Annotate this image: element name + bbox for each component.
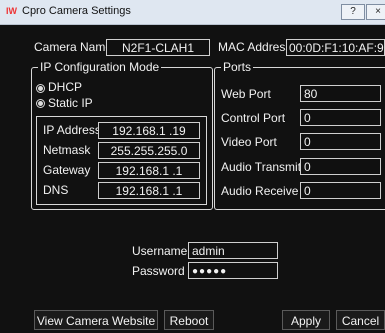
title-bar: IW Cpro Camera Settings ? × — [0, 0, 385, 25]
mac-address-field: 00:0D:F1:10:AF:9C — [286, 39, 385, 56]
gateway-field[interactable]: 192.168.1 .1 — [98, 162, 200, 179]
static-ip-radio[interactable] — [36, 99, 45, 108]
audio-receive-label: Audio Receive — [221, 184, 299, 198]
app-logo-icon: IW — [6, 6, 17, 16]
username-field[interactable]: admin — [188, 242, 278, 259]
video-port-label: Video Port — [221, 135, 277, 149]
apply-button[interactable]: Apply — [282, 310, 330, 330]
close-button[interactable]: × — [366, 4, 385, 20]
netmask-label: Netmask — [43, 143, 91, 157]
ports-legend: Ports — [221, 60, 254, 74]
video-port-field[interactable]: 0 — [300, 133, 381, 150]
mac-address-label: MAC Address — [218, 40, 292, 54]
reboot-button[interactable]: Reboot — [164, 310, 214, 330]
netmask-field[interactable]: 255.255.255.0 — [98, 142, 200, 159]
dns-label: DNS — [43, 183, 69, 197]
ip-address-field[interactable]: 192.168.1 .19 — [98, 122, 200, 139]
password-field[interactable]: ●●●●● — [188, 262, 278, 279]
dns-field[interactable]: 192.168.1 .1 — [98, 182, 200, 199]
control-port-label: Control Port — [221, 111, 286, 125]
help-button[interactable]: ? — [341, 4, 365, 20]
web-port-label: Web Port — [221, 87, 271, 101]
dhcp-radio[interactable] — [36, 84, 45, 93]
control-port-field[interactable]: 0 — [300, 109, 381, 126]
camera-name-field[interactable]: N2F1-CLAH1 — [106, 39, 210, 56]
static-ip-label: Static IP — [48, 96, 93, 110]
gateway-label: Gateway — [43, 163, 91, 177]
cancel-button[interactable]: Cancel — [336, 310, 385, 330]
ip-configuration-legend: IP Configuration Mode — [38, 60, 162, 74]
web-port-field[interactable]: 80 — [300, 85, 381, 102]
dhcp-label: DHCP — [48, 80, 83, 94]
audio-transmit-field[interactable]: 0 — [300, 158, 381, 175]
camera-settings-window: IW Cpro Camera Settings ? × Camera Name … — [0, 0, 385, 333]
audio-receive-field[interactable]: 0 — [300, 182, 381, 199]
window-title: Cpro Camera Settings — [22, 5, 131, 17]
password-label: Password — [132, 264, 185, 278]
username-label: Username — [132, 244, 188, 258]
ip-address-label: IP Address — [43, 123, 101, 137]
audio-transmit-label: Audio Transmit — [221, 160, 302, 174]
camera-name-label: Camera Name — [34, 40, 113, 54]
view-camera-website-button[interactable]: View Camera Website — [34, 310, 158, 330]
